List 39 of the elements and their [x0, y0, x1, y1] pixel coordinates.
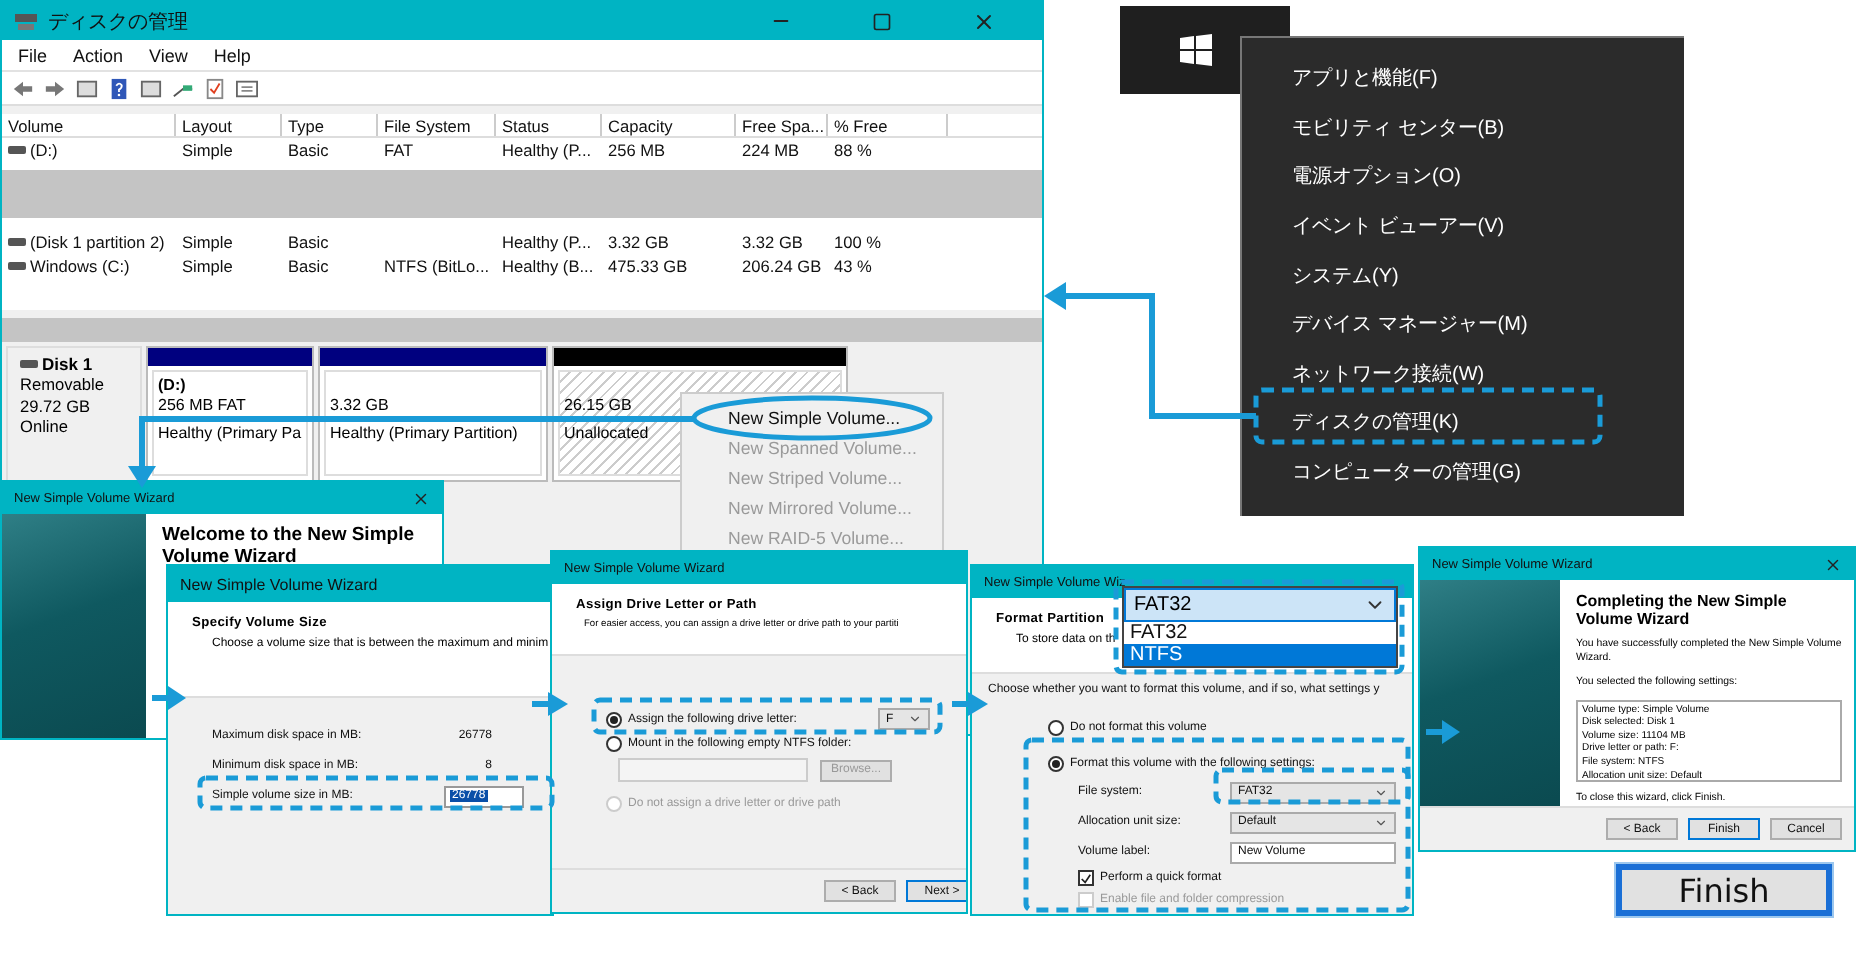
wizard-heading: Completing the New Simple Volume Wizard	[1576, 592, 1789, 629]
partition-size: 256 MB FAT	[158, 396, 246, 416]
disk-type: Removable	[20, 374, 106, 395]
table-cell: Simple	[182, 256, 233, 276]
table-cell: Basic	[288, 232, 329, 252]
table-cell: Healthy (B...	[502, 256, 594, 276]
table-cell: (D:)	[30, 140, 58, 160]
window-title: New Simple Volume Wizard	[180, 575, 380, 593]
table-cell: NTFS (BitLo...	[384, 256, 490, 276]
table-cell: 43 %	[834, 256, 872, 276]
table-cell: FAT	[384, 140, 414, 160]
table-cell: 206.24 GB	[742, 256, 822, 276]
table-cell: 88 %	[834, 140, 872, 160]
table-cell: Simple	[182, 232, 233, 252]
disk-size: 29.72 GB	[20, 395, 93, 416]
table-cell: Simple	[182, 140, 233, 160]
table-cell: (Disk 1 partition 2)	[30, 232, 165, 252]
wizard-heading: Welcome to the New Simple Volume Wizard	[162, 526, 416, 570]
partition-status: Healthy (Primary Partition)	[330, 424, 518, 444]
table-cell: 256 MB	[608, 140, 666, 160]
table-cell: 3.32 GB	[608, 232, 669, 252]
window-title: ディスクの管理	[48, 9, 190, 35]
disk-status: Online	[20, 416, 70, 437]
table-cell: 3.32 GB	[742, 232, 803, 252]
partition-label: (D:)	[158, 376, 186, 396]
partition-size: 26.15 GB	[564, 396, 632, 416]
table-cell: 224 MB	[742, 140, 800, 160]
dropdown-value: FAT32	[1134, 594, 1192, 616]
partition-size: 3.32 GB	[330, 396, 389, 416]
table-cell: 100 %	[834, 232, 882, 252]
partition-status: Unallocated	[564, 424, 649, 444]
partition-status: Healthy (Primary Pa	[158, 424, 302, 444]
table-cell: Healthy (P...	[502, 140, 592, 160]
disk-name: Disk 1	[42, 354, 93, 374]
table-cell: Healthy (P...	[502, 232, 592, 252]
table-cell: Windows (C:)	[30, 256, 130, 276]
table-cell: Basic	[288, 140, 329, 160]
table-cell: 475.33 GB	[608, 256, 688, 276]
table-cell: Basic	[288, 256, 329, 276]
